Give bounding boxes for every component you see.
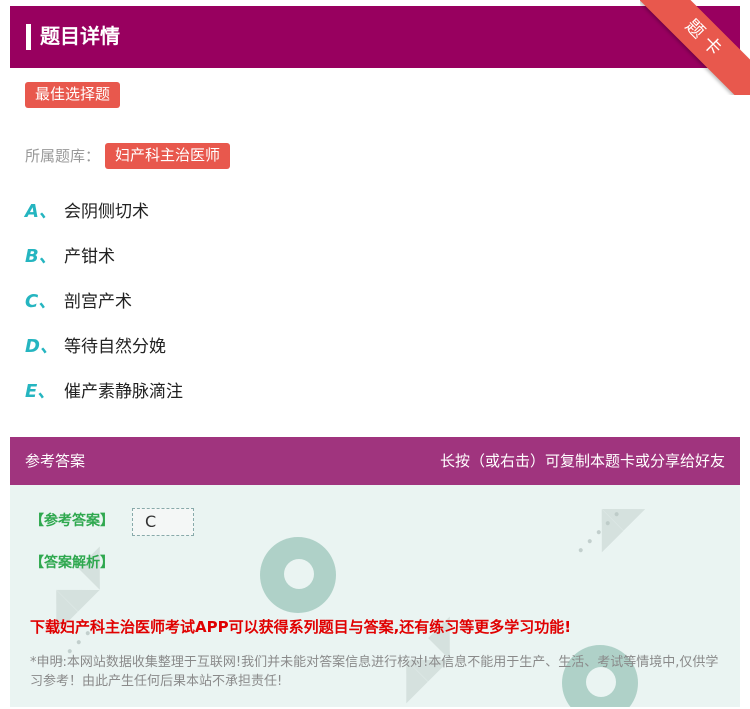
answer-section-title: 参考答案 — [25, 452, 86, 470]
app-download-promo[interactable]: 下载妇产科主治医师考试APP可以获得系列题目与答案,还有练习等更多学习功能! — [30, 616, 571, 638]
share-hint: 长按（或右击）可复制本题卡或分享给好友 — [439, 452, 725, 470]
watermark-logo-icon — [260, 537, 336, 613]
question-type-badge: 最佳选择题 — [25, 82, 121, 108]
page-header: 题目详情 — [10, 6, 740, 68]
option-text: 催产素静脉滴注 — [64, 382, 183, 402]
option-letter: B、 — [25, 246, 57, 267]
option-text: 剖宫产术 — [64, 292, 132, 312]
corner-ribbon-label[interactable]: 题卡 — [640, 0, 750, 95]
option-letter: D、 — [25, 336, 58, 357]
corner-ribbon[interactable]: 题卡 — [640, 0, 750, 95]
answer-panel: ◢◣◤ ◢◣◤ ◢◣ • • • • • • • • • • 【参考答案】 C … — [10, 485, 740, 707]
answer-section-header: 参考答案 长按（或右击）可复制本题卡或分享给好友 — [10, 437, 740, 485]
option-letter: C、 — [25, 291, 57, 312]
disclaimer-text: *申明:本网站数据收集整理于互联网!我们并未能对答案信息进行核对!本信息不能用于… — [30, 655, 719, 689]
question-bank-label: 所属题库： — [25, 147, 101, 165]
reference-answer-value: C — [132, 508, 194, 536]
option-text: 产钳术 — [64, 247, 115, 267]
reference-answer-label: 【参考答案】 — [30, 513, 114, 529]
option-letter: A、 — [25, 201, 57, 222]
question-bank-badge[interactable]: 妇产科主治医师 — [105, 143, 231, 169]
option-text: 等待自然分娩 — [64, 337, 166, 357]
answer-analysis-label: 【答案解析】 — [30, 555, 114, 571]
header-accent-bar — [26, 24, 31, 50]
page-title: 题目详情 — [40, 24, 120, 48]
option-letter: E、 — [25, 381, 56, 402]
option-text: 会阴侧切术 — [64, 202, 149, 222]
